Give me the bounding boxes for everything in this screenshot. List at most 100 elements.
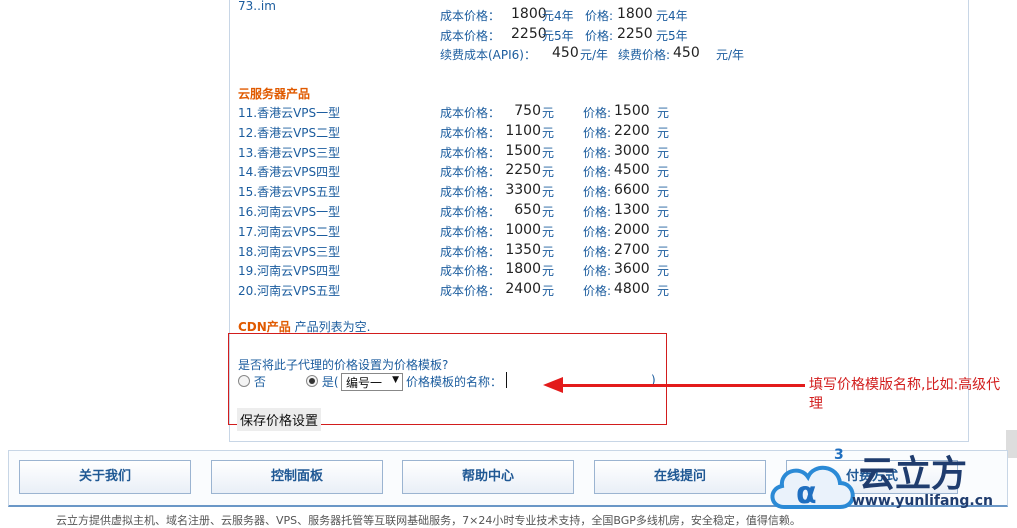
price-unit: 元 bbox=[657, 205, 670, 219]
cost-label: 成本价格： bbox=[440, 244, 501, 259]
price-unit: 元4年 bbox=[656, 9, 688, 23]
cost-unit: 元 bbox=[542, 165, 555, 180]
cost-value: 1500 bbox=[505, 142, 541, 159]
price-value: 1800 bbox=[617, 6, 653, 22]
product-name[interactable]: 19.河南云VPS四型 bbox=[238, 262, 340, 279]
annotation-text: 填写价格模版名称,比如:高级代理 bbox=[809, 377, 1001, 412]
template-number-select[interactable]: 编号一 ▼ bbox=[341, 373, 403, 391]
site-logo: α 3 云立方 www.yunlifang.cn bbox=[766, 445, 1016, 520]
price-unit: 元 bbox=[657, 244, 670, 259]
footer-button-control-panel[interactable]: 控制面板 bbox=[211, 460, 383, 494]
price-unit: 元 bbox=[657, 165, 670, 180]
cdn-empty-text: 产品列表为空. bbox=[294, 320, 371, 334]
price-value: 2700 bbox=[614, 241, 650, 258]
product-name[interactable]: 12.香港云VPS二型 bbox=[238, 124, 340, 141]
radio-yes-label: 是( bbox=[321, 375, 339, 389]
price-unit: 元 bbox=[657, 185, 670, 200]
radio-no-group[interactable]: 否 bbox=[238, 373, 266, 390]
cost-label: 成本价格： bbox=[440, 284, 501, 299]
price-label: 价格: bbox=[583, 165, 612, 180]
cost-label: 成本价格： bbox=[440, 29, 501, 43]
footer-bottom-text: 云立方提供虚拟主机、域名注册、云服务器、VPS、服务器托管等互联网基础服务，7×… bbox=[56, 514, 801, 527]
cost-unit: 元 bbox=[542, 185, 555, 200]
price-unit: 元5年 bbox=[656, 29, 688, 43]
logo-superscript: 3 bbox=[834, 447, 844, 463]
price-value: 1500 bbox=[614, 103, 650, 119]
svg-text:α: α bbox=[796, 476, 817, 511]
radio-yes[interactable] bbox=[306, 375, 318, 387]
cost-value: 450 bbox=[552, 45, 579, 61]
price-unit: 元 bbox=[657, 284, 670, 299]
product-name[interactable]: 16.河南云VPS一型 bbox=[238, 203, 340, 220]
price-value: 2000 bbox=[614, 221, 650, 238]
cost-label: 续费成本(API6)： bbox=[440, 48, 536, 62]
cost-value: 750 bbox=[514, 103, 541, 119]
cost-value: 1100 bbox=[505, 122, 541, 139]
cost-label: 成本价格： bbox=[440, 106, 501, 120]
price-value: 450 bbox=[673, 45, 700, 61]
cost-label: 成本价格： bbox=[440, 264, 501, 279]
product-name[interactable]: 20.河南云VPS五型 bbox=[238, 282, 340, 299]
price-unit: 元 bbox=[657, 125, 670, 140]
cost-label: 成本价格： bbox=[440, 205, 501, 219]
cost-value: 650 bbox=[514, 202, 541, 218]
radio-no-label: 否 bbox=[253, 375, 266, 389]
cdn-title: CDN产品 bbox=[238, 320, 291, 334]
footer-button-about[interactable]: 关于我们 bbox=[19, 460, 191, 494]
cloud-section-title: 云服务器产品 bbox=[238, 87, 311, 101]
product-name[interactable]: 15.香港云VPS五型 bbox=[238, 183, 340, 200]
top-item-name[interactable]: 73..im bbox=[238, 0, 276, 13]
price-label: 价格: bbox=[583, 224, 612, 239]
cost-unit: 元4年 bbox=[542, 9, 574, 23]
price-label: 价格: bbox=[585, 9, 614, 23]
product-name[interactable]: 18.河南云VPS三型 bbox=[238, 243, 340, 260]
template-name-label: 价格模板的名称： bbox=[406, 375, 503, 389]
text-cursor bbox=[506, 372, 507, 388]
cost-value: 3300 bbox=[505, 182, 541, 199]
cost-unit: 元5年 bbox=[542, 29, 574, 43]
cost-value: 2400 bbox=[505, 281, 541, 298]
price-unit: 元 bbox=[657, 264, 670, 279]
annotation-arrow-line bbox=[560, 384, 805, 387]
price-value: 4500 bbox=[614, 162, 650, 179]
cost-unit: 元 bbox=[542, 244, 555, 259]
product-name[interactable]: 13.香港云VPS三型 bbox=[238, 144, 340, 161]
product-name[interactable]: 17.河南云VPS二型 bbox=[238, 223, 340, 240]
footer-button-ask[interactable]: 在线提问 bbox=[594, 460, 766, 494]
price-value: 6600 bbox=[614, 182, 650, 199]
price-label: 续费价格: bbox=[618, 48, 671, 62]
price-label: 价格: bbox=[583, 284, 612, 299]
price-label: 价格: bbox=[583, 125, 612, 140]
cost-unit: 元/年 bbox=[580, 48, 609, 62]
cost-unit: 元 bbox=[542, 264, 555, 279]
price-unit: 元/年 bbox=[716, 48, 745, 62]
price-value: 2250 bbox=[617, 26, 653, 42]
price-label: 价格: bbox=[583, 185, 612, 200]
price-label: 价格: bbox=[583, 106, 612, 120]
cost-value: 1800 bbox=[505, 261, 541, 278]
price-unit: 元 bbox=[657, 224, 670, 239]
product-name[interactable]: 14.香港云VPS四型 bbox=[238, 163, 340, 180]
cost-unit: 元 bbox=[542, 205, 555, 219]
cost-unit: 元 bbox=[542, 145, 555, 160]
price-value: 4800 bbox=[614, 281, 650, 298]
cloud-logo-icon: α 3 bbox=[770, 447, 855, 511]
cost-value: 1350 bbox=[505, 241, 541, 258]
radio-no[interactable] bbox=[238, 375, 250, 387]
cost-label: 成本价格： bbox=[440, 9, 501, 23]
cost-label: 成本价格： bbox=[440, 125, 501, 140]
arrow-left-icon bbox=[543, 377, 563, 393]
cost-unit: 元 bbox=[542, 106, 555, 120]
cost-label: 成本价格： bbox=[440, 224, 501, 239]
cost-value: 1000 bbox=[505, 221, 541, 238]
product-name[interactable]: 11.香港云VPS一型 bbox=[238, 104, 340, 121]
cost-label: 成本价格： bbox=[440, 145, 501, 160]
price-label: 价格: bbox=[583, 244, 612, 259]
price-label: 价格: bbox=[583, 205, 612, 219]
price-label: 价格: bbox=[583, 264, 612, 279]
radio-yes-group[interactable]: 是( bbox=[306, 373, 339, 390]
save-price-button[interactable]: 保存价格设置 bbox=[237, 408, 322, 431]
price-unit: 元 bbox=[657, 145, 670, 160]
cost-unit: 元 bbox=[542, 125, 555, 140]
footer-button-help[interactable]: 帮助中心 bbox=[402, 460, 574, 494]
